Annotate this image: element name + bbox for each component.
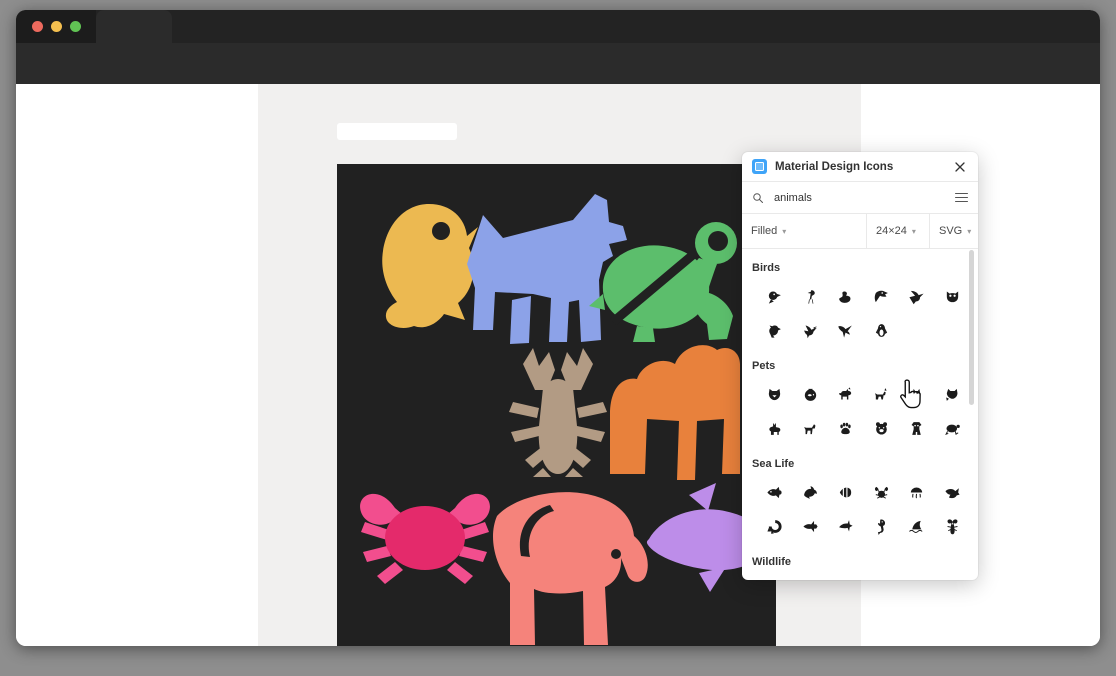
- puppy-icon[interactable]: [899, 411, 935, 445]
- swallow-icon[interactable]: [828, 313, 864, 347]
- bird-icon[interactable]: [757, 279, 793, 313]
- close-icon[interactable]: [952, 159, 968, 175]
- icon-grid: [757, 377, 971, 445]
- jellyfish-icon[interactable]: [899, 475, 935, 509]
- chevron-down-icon: ▾: [782, 227, 786, 236]
- plugin-panel-header: Material Design Icons: [742, 152, 978, 182]
- screen: Material Design Icons Filled: [0, 0, 1116, 676]
- chevron-down-icon: ▾: [912, 227, 916, 236]
- kitten-icon[interactable]: [899, 377, 935, 411]
- penguin-icon[interactable]: [864, 313, 900, 347]
- scrollbar-thumb[interactable]: [969, 250, 974, 405]
- plugin-title: Material Design Icons: [775, 161, 952, 173]
- bass-icon[interactable]: [828, 509, 864, 543]
- chevron-down-icon: ▾: [967, 227, 971, 236]
- traffic-lights: [16, 10, 96, 43]
- tortoise-icon[interactable]: [935, 411, 971, 445]
- style-dropdown[interactable]: Filled ▾: [742, 214, 866, 248]
- canvas-text-placeholder[interactable]: [337, 123, 457, 140]
- section-label: Wildlife: [752, 556, 978, 568]
- filter-row: Filled ▾ 24×24 ▾ SVG ▾: [742, 214, 978, 249]
- format-dropdown[interactable]: SVG ▾: [929, 214, 978, 248]
- zoom-window-button[interactable]: [70, 21, 81, 32]
- animals-illustration: [337, 164, 776, 646]
- trout-icon[interactable]: [793, 509, 829, 543]
- section-label: Sea Life: [752, 458, 978, 470]
- salmon-icon[interactable]: [935, 475, 971, 509]
- tab-strip: [16, 10, 1100, 43]
- browser-window: Material Design Icons Filled: [16, 10, 1100, 646]
- minimize-window-button[interactable]: [51, 21, 62, 32]
- size-dropdown-value: 24×24: [876, 225, 907, 237]
- shark-icon[interactable]: [899, 509, 935, 543]
- search-input[interactable]: [772, 191, 955, 205]
- duck-icon[interactable]: [828, 279, 864, 313]
- cat-icon[interactable]: [828, 377, 864, 411]
- artboard[interactable]: [337, 164, 776, 646]
- fish-icon[interactable]: [757, 475, 793, 509]
- clownfish-icon[interactable]: [828, 475, 864, 509]
- plugin-panel: Material Design Icons Filled: [742, 152, 978, 580]
- section-label: Birds: [752, 262, 978, 274]
- style-dropdown-value: Filled: [751, 225, 777, 237]
- wolf-icon[interactable]: [757, 377, 793, 411]
- browser-toolbar: [16, 43, 1100, 84]
- format-dropdown-value: SVG: [939, 225, 962, 237]
- plugin-badge-icon: [752, 159, 767, 174]
- eagle-icon[interactable]: [864, 279, 900, 313]
- llama-icon[interactable]: [757, 411, 793, 445]
- filter-list-icon[interactable]: [955, 193, 968, 203]
- icon-grid: [757, 475, 971, 543]
- paw-icon[interactable]: [828, 411, 864, 445]
- seahorse-icon[interactable]: [864, 509, 900, 543]
- dog-icon[interactable]: [793, 411, 829, 445]
- raven-icon[interactable]: [757, 313, 793, 347]
- nautilus-icon[interactable]: [757, 509, 793, 543]
- icon-grid: [757, 279, 971, 347]
- icon-results-list: Birds Pets Sea Life Wildlife: [742, 249, 978, 580]
- browser-tab[interactable]: [96, 10, 172, 43]
- dog-small-icon[interactable]: [864, 377, 900, 411]
- dove-icon[interactable]: [793, 313, 829, 347]
- search-icon: [752, 192, 764, 204]
- fish-bowl-icon[interactable]: [793, 377, 829, 411]
- dolphin-icon[interactable]: [793, 475, 829, 509]
- bear-icon[interactable]: [864, 411, 900, 445]
- crab-icon[interactable]: [864, 475, 900, 509]
- owl-icon[interactable]: [935, 279, 971, 313]
- search-bar: [742, 182, 978, 214]
- lobster-icon[interactable]: [935, 509, 971, 543]
- section-label: Pets: [752, 360, 978, 372]
- size-dropdown[interactable]: 24×24 ▾: [866, 214, 929, 248]
- crane-icon[interactable]: [793, 279, 829, 313]
- cat-head-icon[interactable]: [935, 377, 971, 411]
- editor-content: Material Design Icons Filled: [16, 84, 1100, 646]
- close-window-button[interactable]: [32, 21, 43, 32]
- seagull-icon[interactable]: [899, 279, 935, 313]
